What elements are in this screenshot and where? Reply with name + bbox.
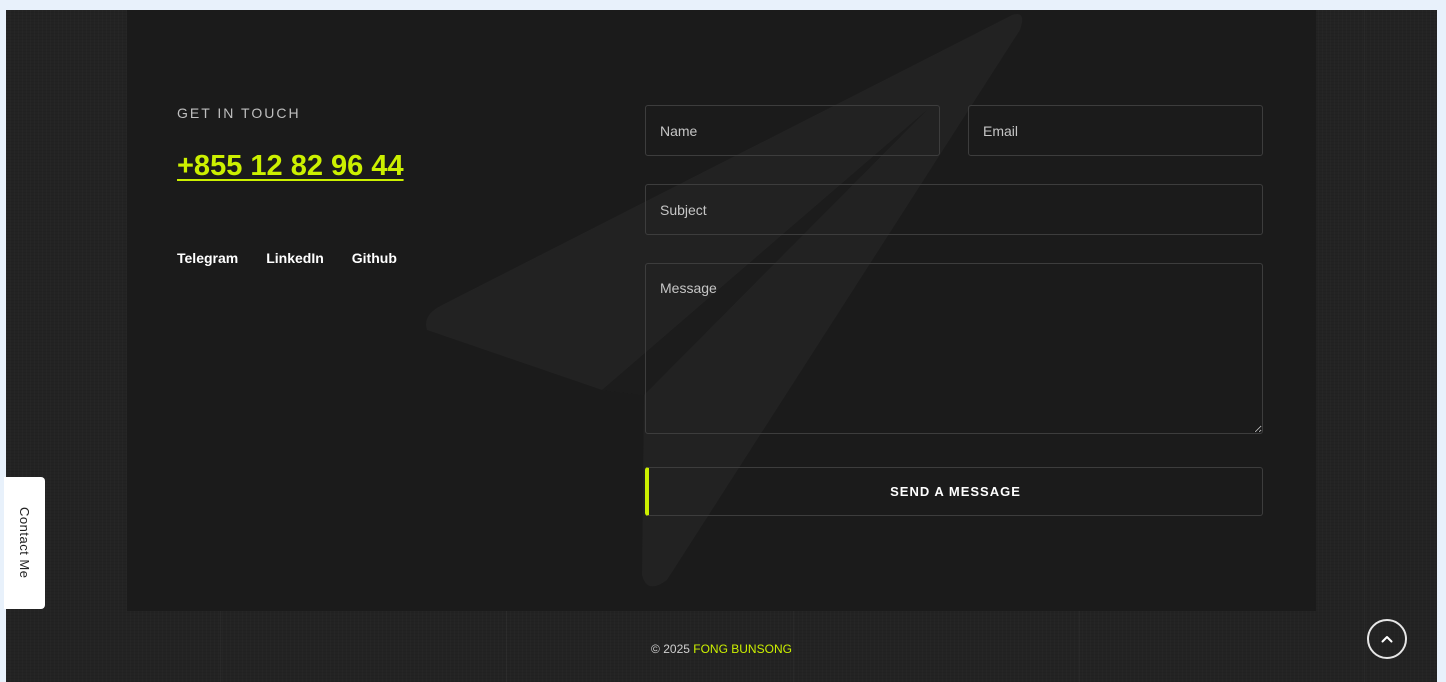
page-frame: GET IN TOUCH +855 12 82 96 44 Telegram L… xyxy=(6,10,1437,682)
linkedin-link[interactable]: LinkedIn xyxy=(266,250,324,266)
chevron-up-icon xyxy=(1381,636,1393,643)
email-input[interactable] xyxy=(968,105,1263,156)
message-textarea[interactable] xyxy=(645,263,1263,434)
subject-input[interactable] xyxy=(645,184,1263,235)
contact-section: GET IN TOUCH +855 12 82 96 44 Telegram L… xyxy=(127,10,1316,611)
github-link[interactable]: Github xyxy=(352,250,397,266)
owner-name: FONG BUNSONG xyxy=(693,642,792,656)
section-eyebrow: GET IN TOUCH xyxy=(177,105,301,121)
copyright-text: © 2025 xyxy=(651,642,694,656)
contact-me-label: Contact Me xyxy=(17,507,32,579)
scroll-to-top-button[interactable] xyxy=(1367,619,1407,659)
name-input[interactable] xyxy=(645,105,940,156)
contact-me-tab[interactable]: Contact Me xyxy=(4,477,45,609)
send-message-button[interactable]: SEND A MESSAGE xyxy=(645,467,1263,516)
footer-copyright: © 2025 FONG BUNSONG xyxy=(6,642,1437,656)
background-gridline xyxy=(1364,10,1365,682)
telegram-link[interactable]: Telegram xyxy=(177,250,238,266)
social-links: Telegram LinkedIn Github xyxy=(177,250,397,266)
phone-link[interactable]: +855 12 82 96 44 xyxy=(177,150,404,183)
